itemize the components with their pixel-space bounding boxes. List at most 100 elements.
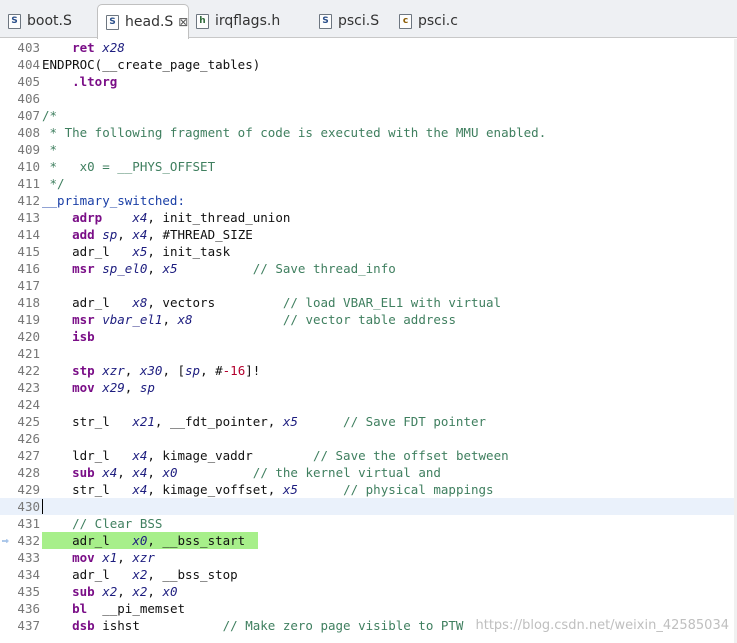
code-line[interactable]: 405 .ltorg	[0, 73, 737, 90]
line-number: 415	[17, 244, 40, 259]
line-number: 406	[17, 91, 40, 106]
token: str_l	[42, 414, 133, 429]
code-line[interactable]: 430	[0, 498, 737, 515]
token: sp	[185, 363, 201, 378]
tab-boot-s[interactable]: Sboot.S	[0, 4, 95, 38]
code-text: * x0 = __PHYS_OFFSET	[42, 158, 216, 175]
code-line[interactable]: 421	[0, 345, 737, 362]
code-text: adr_l x5, init_task	[42, 243, 230, 260]
token: msr	[72, 312, 95, 327]
code-line[interactable]: 419 msr vbar_el1, x8 // vector table add…	[0, 311, 737, 328]
code-line[interactable]: 409 *	[0, 141, 737, 158]
code-line[interactable]: 431 // Clear BSS	[0, 515, 737, 532]
token: msr	[72, 261, 95, 276]
code-line[interactable]: 406	[0, 90, 737, 107]
token: x8	[177, 312, 193, 327]
token: x2	[132, 567, 148, 582]
tab-head-s[interactable]: Shead.S ⊠	[97, 4, 189, 39]
code-line[interactable]: 425 str_l x21, __fdt_pointer, x5 // Save…	[0, 413, 737, 430]
token: */	[42, 176, 65, 191]
code-line[interactable]: 415 adr_l x5, init_task	[0, 243, 737, 260]
line-number: 409	[17, 142, 40, 157]
code-line[interactable]: 433 mov x1, xzr	[0, 549, 737, 566]
code-line[interactable]: 420 isb	[0, 328, 737, 345]
line-number: 424	[17, 397, 40, 412]
tab-psci-s[interactable]: Spsci.S	[311, 4, 389, 38]
code-line[interactable]: 435 sub x2, x2, x0	[0, 583, 737, 600]
close-tab-icon[interactable]: ⊠	[178, 15, 188, 29]
tab-label: boot.S	[27, 13, 72, 29]
code-line[interactable]: 423 mov x29, sp	[0, 379, 737, 396]
token: x5	[162, 261, 178, 276]
code-text: ENDPROC(__create_page_tables)	[42, 56, 260, 73]
c-file-icon: c	[399, 13, 412, 29]
code-line[interactable]: ⇨ 432 adr_l x0, __bss_start	[0, 532, 737, 549]
tab-irqflags-h[interactable]: h irqflags.h	[188, 4, 308, 38]
token: __pi_memset	[87, 601, 186, 616]
code-line[interactable]: 436 bl __pi_memset	[0, 600, 737, 617]
editor-tab-bar: Sboot.S Shead.S ⊠ h irqflags.h Spsci.S c psci.c	[0, 0, 737, 39]
token: // Make zero page visible to PTW	[222, 618, 464, 633]
code-line[interactable]: 427 ldr_l x4, kimage_vaddr // Save the o…	[0, 447, 737, 464]
code-line[interactable]: 404 ENDPROC(__create_page_tables)	[0, 56, 737, 73]
line-number: 433	[17, 550, 40, 565]
code-line[interactable]: 412 __primary_switched:	[0, 192, 737, 209]
token: ,	[124, 363, 140, 378]
line-number: 418	[17, 295, 40, 310]
line-number: 434	[17, 567, 40, 582]
tab-label: psci.S	[338, 13, 380, 29]
token: ,	[117, 465, 133, 480]
code-line[interactable]: 426	[0, 430, 737, 447]
code-line[interactable]: 411 */	[0, 175, 737, 192]
token: ,	[117, 550, 133, 565]
token: ,	[124, 380, 140, 395]
token: x4	[132, 448, 148, 463]
code-line[interactable]: 407/*	[0, 107, 737, 124]
token: bl	[72, 601, 88, 616]
token: mov	[72, 550, 95, 565]
code-editor[interactable]: 403 ret x28 404 ENDPROC(__create_page_tabl…	[0, 39, 737, 643]
code-text: adrp x4, init_thread_union	[42, 209, 290, 226]
token: adr_l	[42, 567, 133, 582]
token: , vectors	[147, 295, 283, 310]
token: , #	[200, 363, 223, 378]
tab-psci-c[interactable]: c psci.c	[391, 4, 471, 38]
line-number: 431	[17, 516, 40, 531]
code-text: adr_l x0, __bss_start	[42, 532, 245, 549]
code-line[interactable]: 434 adr_l x2, __bss_stop	[0, 566, 737, 583]
code-text: add sp, x4, #THREAD_SIZE	[42, 226, 253, 243]
code-line[interactable]: 413 adrp x4, init_thread_union	[0, 209, 737, 226]
line-number: 427	[17, 448, 40, 463]
token: adr_l	[42, 533, 133, 548]
code-line[interactable]: 416 msr sp_el0, x5 // Save thread_info	[0, 260, 737, 277]
code-line[interactable]: 429 str_l x4, kimage_voffset, x5 // phys…	[0, 481, 737, 498]
code-line[interactable]: 418 adr_l x8, vectors // load VBAR_EL1 w…	[0, 294, 737, 311]
token: ,	[147, 261, 163, 276]
token: vbar_el1	[102, 312, 163, 327]
token: ret	[72, 40, 95, 55]
code-line[interactable]: 417	[0, 277, 737, 294]
code-line[interactable]: 422 stp xzr, x30, [sp, #-16]!	[0, 362, 737, 379]
code-line[interactable]: 410 * x0 = __PHYS_OFFSET	[0, 158, 737, 175]
code-line[interactable]: 414 add sp, x4, #THREAD_SIZE	[0, 226, 737, 243]
token: , #THREAD_SIZE	[147, 227, 253, 242]
token: ]!	[245, 363, 261, 378]
code-text: * The following fragment of code is exec…	[42, 124, 547, 141]
line-number: 412	[17, 193, 40, 208]
code-line[interactable]: 424	[0, 396, 737, 413]
code-line[interactable]: 428 sub x4, x4, x0 // the kernel virtual…	[0, 464, 737, 481]
token: , __bss_start	[147, 533, 246, 548]
code-line[interactable]: 408 * The following fragment of code is …	[0, 124, 737, 141]
code-line[interactable]: 403 ret x28	[0, 39, 737, 56]
code-text: ldr_l x4, kimage_vaddr // Save the offse…	[42, 447, 509, 464]
token: *	[42, 142, 58, 157]
